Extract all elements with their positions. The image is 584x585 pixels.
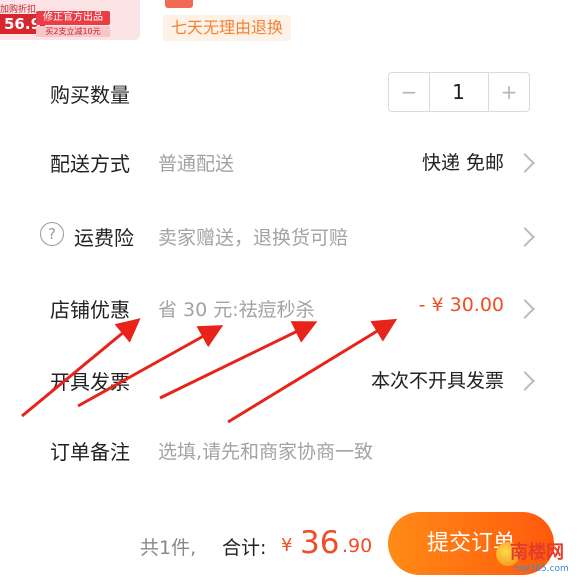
annotation-arrow [227, 318, 398, 424]
annotation-arrow [77, 325, 224, 408]
annotation-arrow [159, 321, 318, 400]
annotation-arrow [21, 318, 141, 418]
annotation-arrows [21, 318, 398, 424]
